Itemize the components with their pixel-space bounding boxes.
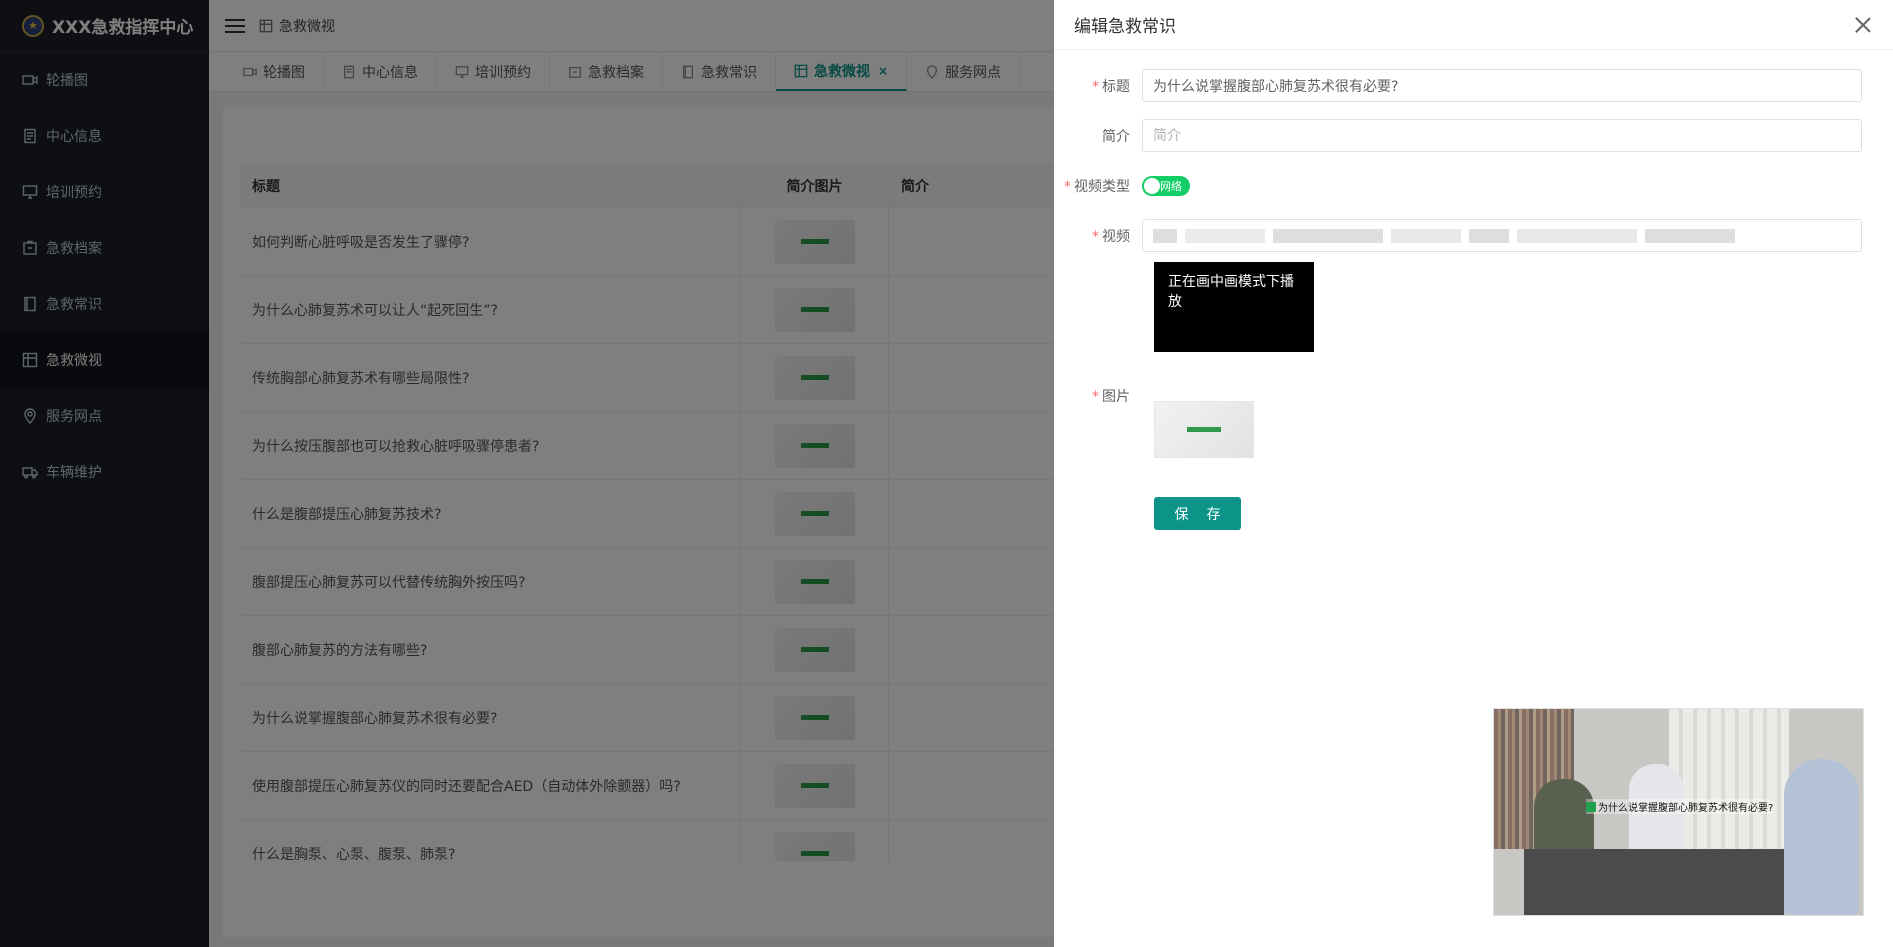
title-label-text: 标题 (1102, 78, 1130, 95)
video-type-switch[interactable]: 网络 (1142, 176, 1190, 196)
video-subtitle: 为什么说掌握腹部心肺复苏术很有必要? (1586, 799, 1774, 814)
form-row-image: * 图片 (1054, 386, 1142, 406)
required-mark: * (1092, 389, 1099, 405)
title-label: * 标题 (1054, 76, 1142, 96)
image-label-text: 图片 (1102, 389, 1130, 405)
form-row-intro: 简介 (1054, 119, 1862, 152)
brand-icon (1586, 801, 1596, 812)
image-label: * 图片 (1054, 386, 1142, 406)
switch-text: 网络 (1160, 180, 1182, 193)
intro-label: 简介 (1102, 128, 1130, 145)
required-mark: * (1092, 228, 1099, 245)
required-mark: * (1064, 179, 1071, 195)
video-url-field[interactable] (1142, 219, 1862, 252)
drawer-title: 编辑急救常识 (1074, 17, 1176, 37)
switch-knob (1144, 178, 1160, 194)
form-row-video: * 视频 (1054, 219, 1862, 252)
video-scene-curtain (1669, 709, 1789, 859)
floating-video-player[interactable]: 为什么说掌握腹部心肺复苏术很有必要? (1493, 708, 1864, 916)
pip-video-placeholder[interactable]: 正在画中画模式下播放 (1154, 262, 1314, 352)
intro-input[interactable] (1142, 119, 1862, 152)
video-label: * 视频 (1054, 226, 1142, 246)
close-icon[interactable] (1855, 17, 1871, 33)
video-label-text: 视频 (1102, 228, 1130, 245)
video-scene-person (1784, 759, 1859, 915)
form-row-video-type: * 视频类型 网络 (1054, 176, 1190, 196)
video-scene-desk (1524, 849, 1784, 915)
save-button[interactable]: 保存 (1154, 497, 1241, 530)
required-mark: * (1092, 78, 1099, 95)
form-row-title: * 标题 (1054, 69, 1862, 102)
uploaded-image[interactable] (1154, 401, 1254, 458)
video-subtitle-text: 为什么说掌握腹部心肺复苏术很有必要? (1598, 803, 1774, 814)
video-type-label: * 视频类型 (1054, 176, 1142, 196)
title-input[interactable] (1142, 69, 1862, 102)
drawer-header: 编辑急救常识 (1054, 0, 1893, 50)
video-type-label-text: 视频类型 (1074, 179, 1130, 195)
